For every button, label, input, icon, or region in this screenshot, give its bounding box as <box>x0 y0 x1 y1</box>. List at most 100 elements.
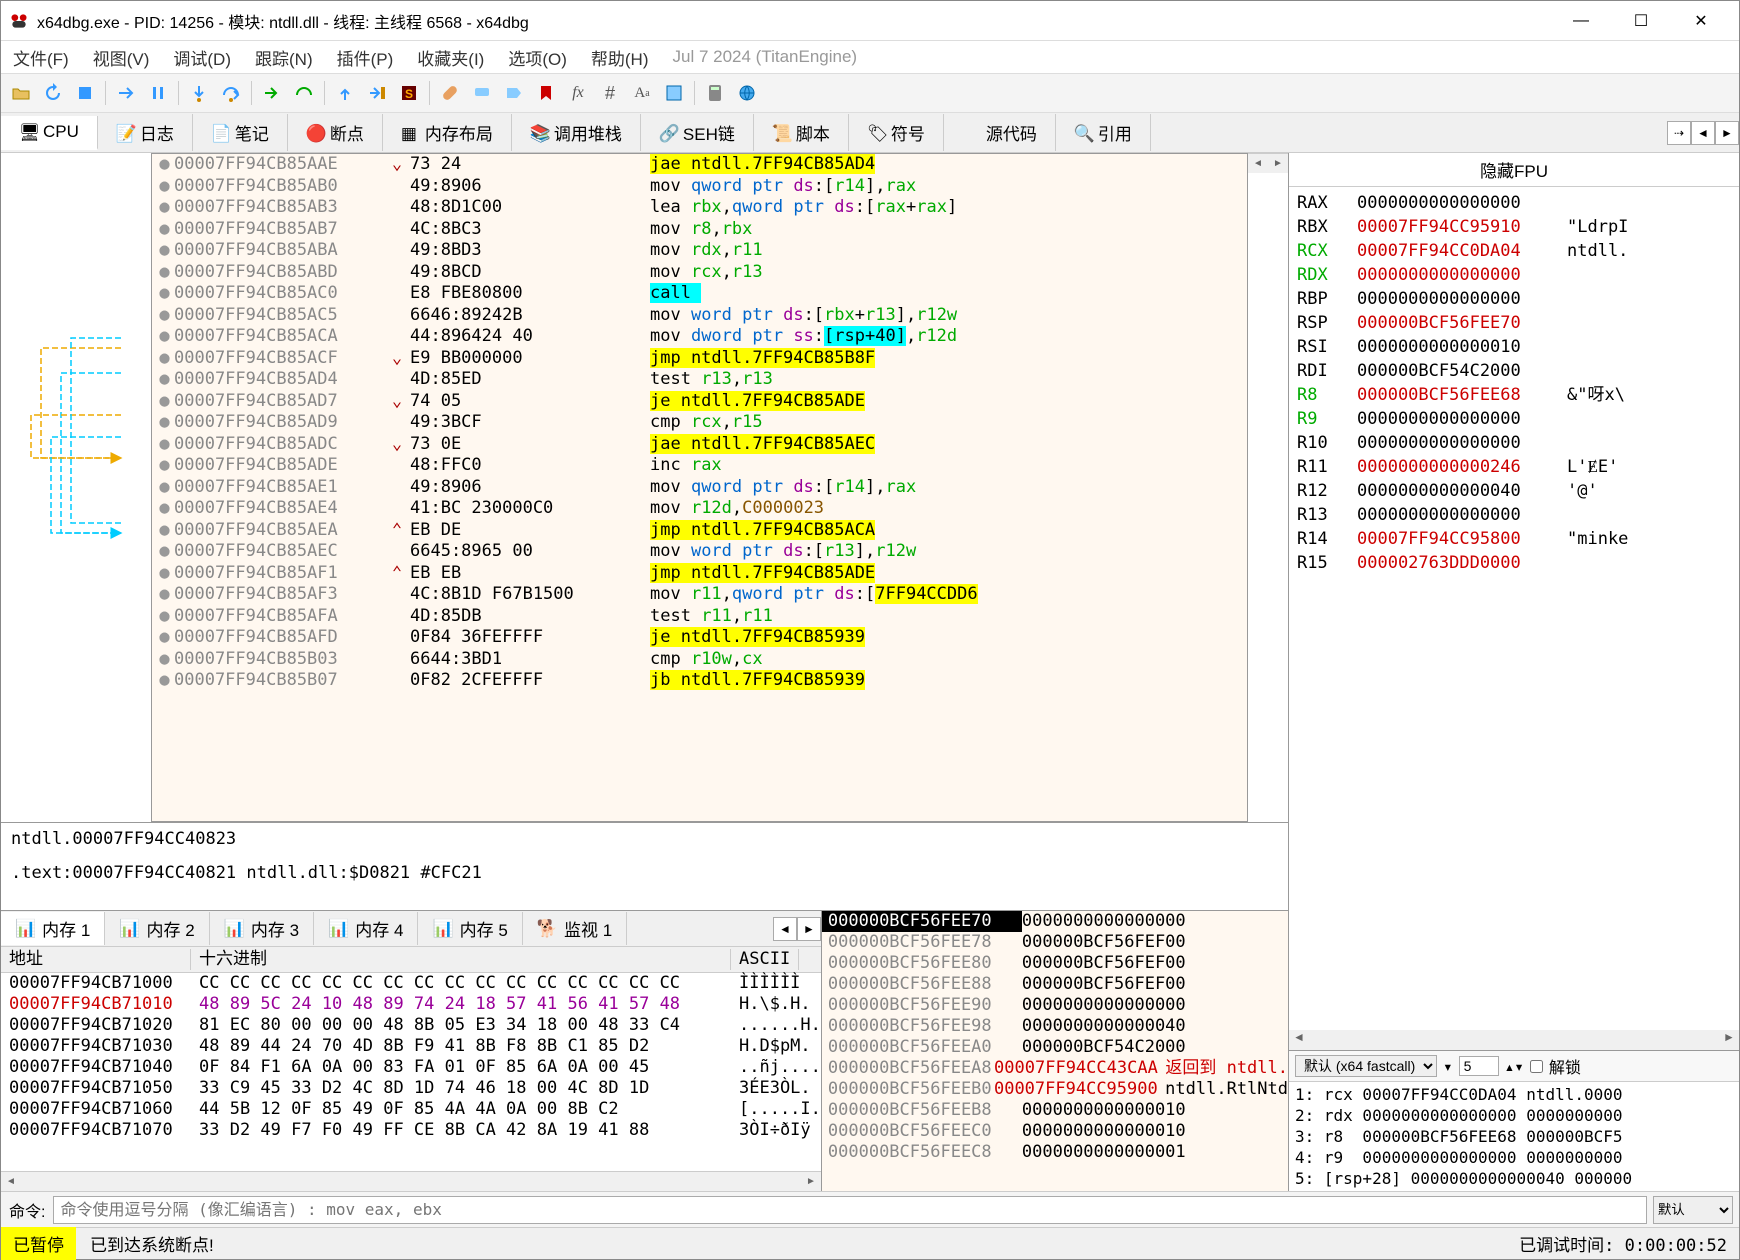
tab-引用[interactable]: 🔍引用 <box>1056 114 1151 151</box>
disasm-row[interactable]: ●00007FF94CB85ABD49:8BCDmov rcx,r13 <box>152 262 1247 284</box>
tab-调用堆栈[interactable]: 📚调用堆栈 <box>512 114 641 151</box>
open-icon[interactable] <box>7 79 35 107</box>
scylla-icon[interactable]: S <box>395 79 423 107</box>
register-row[interactable]: RBP0000000000000000 <box>1297 287 1731 311</box>
stack-row[interactable]: 000000BCF56FEE980000000000000040 <box>822 1016 1288 1037</box>
memtab-5[interactable]: 🐕监视 1 <box>523 912 627 945</box>
registers-view[interactable]: RAX0000000000000000RBX00007FF94CC95910"L… <box>1289 187 1739 1030</box>
menu-trace[interactable]: 跟踪(N) <box>251 43 317 72</box>
close-button[interactable]: ✕ <box>1671 1 1731 41</box>
hash-icon[interactable]: # <box>596 79 624 107</box>
stack-row[interactable]: 000000BCF56FEE78000000BCF56FEF00 <box>822 932 1288 953</box>
web-icon[interactable] <box>733 79 761 107</box>
tr-into-icon[interactable] <box>258 79 286 107</box>
stack-row[interactable]: 000000BCF56FEEB000007FF94CC95900ntdll.Rt… <box>822 1079 1288 1100</box>
stack-row[interactable]: 000000BCF56FEE88000000BCF56FEF00 <box>822 974 1288 995</box>
memtab-1[interactable]: 📊内存 2 <box>105 912 209 945</box>
label-icon[interactable] <box>500 79 528 107</box>
disasm-row[interactable]: ●00007FF94CB85AFA4D:85DBtest r11,r11 <box>152 606 1247 628</box>
hex-row[interactable]: 00007FF94CB7105033 C9 45 33 D2 4C 8D 1D … <box>1 1078 821 1099</box>
stack-view[interactable]: 000000BCF56FEE700000000000000000000000BC… <box>822 911 1288 1191</box>
hex-row[interactable]: 00007FF94CB71000CC CC CC CC CC CC CC CC … <box>1 973 821 994</box>
run-icon[interactable] <box>112 79 140 107</box>
argcount-input[interactable] <box>1459 1056 1499 1076</box>
disasm-row[interactable]: ●00007FF94CB85AF34C:8B1D F67B1500mov r11… <box>152 584 1247 606</box>
disasm-row[interactable]: ●00007FF94CB85AE441:BC 230000C0mov r12d,… <box>152 498 1247 520</box>
modules-icon[interactable] <box>660 79 688 107</box>
disasm-row[interactable]: ●00007FF94CB85B070F82 2CFEFFFFjb ntdll.7… <box>152 670 1247 692</box>
memtab-3[interactable]: 📊内存 4 <box>314 912 418 945</box>
register-row[interactable]: R110000000000000246L'ɆE' <box>1297 455 1731 479</box>
command-mode-select[interactable]: 默认 <box>1653 1196 1733 1224</box>
disasm-row[interactable]: ●00007FF94CB85ADC⌄73 0Ejae ntdll.7FF94CB… <box>152 434 1247 456</box>
register-row[interactable]: RDX0000000000000000 <box>1297 263 1731 287</box>
disasm-row[interactable]: ●00007FF94CB85AEA⌃EB DEjmp ntdll.7FF94CB… <box>152 520 1247 542</box>
hex-dump[interactable]: 地址 十六进制 ASCII 00007FF94CB71000CC CC CC C… <box>1 947 821 1171</box>
callconv-select[interactable]: 默认 (x64 fastcall) <box>1295 1055 1437 1077</box>
disasm-row[interactable]: ●00007FF94CB85AD7⌄74 05je ntdll.7FF94CB8… <box>152 391 1247 413</box>
register-row[interactable]: RAX0000000000000000 <box>1297 191 1731 215</box>
hex-row[interactable]: 00007FF94CB710400F 84 F1 6A 0A 00 83 FA … <box>1 1057 821 1078</box>
memtab-2[interactable]: 📊内存 3 <box>210 912 314 945</box>
menu-view[interactable]: 视图(V) <box>89 43 154 72</box>
disasm-hscroll[interactable] <box>1248 153 1288 173</box>
hex-hscroll[interactable] <box>1 1171 821 1191</box>
disasm-row[interactable]: ●00007FF94CB85AFD0F84 36FEFFFFje ntdll.7… <box>152 627 1247 649</box>
hex-row[interactable]: 00007FF94CB7107033 D2 49 F7 F0 49 FF CE … <box>1 1120 821 1141</box>
register-row[interactable]: RSI0000000000000010 <box>1297 335 1731 359</box>
fx-icon[interactable]: fx <box>564 79 592 107</box>
tab-日志[interactable]: 📝日志 <box>98 114 193 151</box>
tab-内存布局[interactable]: ▦内存布局 <box>383 114 512 151</box>
menu-debug[interactable]: 调试(D) <box>169 43 235 72</box>
hex-row[interactable]: 00007FF94CB7103048 89 44 24 70 4D 8B F9 … <box>1 1036 821 1057</box>
disasm-row[interactable]: ●00007FF94CB85AF1⌃EB EBjmp ntdll.7FF94CB… <box>152 563 1247 585</box>
stack-row[interactable]: 000000BCF56FEE700000000000000000 <box>822 911 1288 932</box>
hex-row[interactable]: 00007FF94CB7101048 89 5C 24 10 48 89 74 … <box>1 994 821 1015</box>
disasm-row[interactable]: ●00007FF94CB85B036644:3BD1cmp r10w,cx <box>152 649 1247 671</box>
hide-fpu-button[interactable]: 隐藏FPU <box>1289 153 1739 187</box>
disasm-row[interactable]: ●00007FF94CB85AD949:3BCFcmp rcx,r15 <box>152 412 1247 434</box>
register-row[interactable]: RCX00007FF94CC0DA04ntdll. <box>1297 239 1731 263</box>
run-to-icon[interactable] <box>363 79 391 107</box>
disasm-row[interactable]: ●00007FF94CB85AEC6645:8965 00mov word pt… <box>152 541 1247 563</box>
menu-fav[interactable]: 收藏夹(I) <box>413 43 488 72</box>
register-row[interactable]: R8000000BCF56FEE68&"呀x\ <box>1297 383 1731 407</box>
disasm-row[interactable]: ●00007FF94CB85ABA49:8BD3mov rdx,r11 <box>152 240 1247 262</box>
maximize-button[interactable]: ☐ <box>1611 1 1671 41</box>
tab-nav[interactable]: ⇢◄► <box>1667 121 1739 145</box>
tab-断点[interactable]: 🔴断点 <box>288 114 383 151</box>
disasm-row[interactable]: ●00007FF94CB85AB348:8D1C00lea rbx,qword … <box>152 197 1247 219</box>
stack-row[interactable]: 000000BCF56FEEC80000000000000001 <box>822 1142 1288 1163</box>
menu-plugins[interactable]: 插件(P) <box>333 43 398 72</box>
stack-row[interactable]: 000000BCF56FEEC00000000000000010 <box>822 1121 1288 1142</box>
pause-icon[interactable] <box>144 79 172 107</box>
restart-icon[interactable] <box>39 79 67 107</box>
tab-笔记[interactable]: 📄笔记 <box>193 114 288 151</box>
tab-SEH链[interactable]: 🔗SEH链 <box>641 114 754 151</box>
stack-row[interactable]: 000000BCF56FEEB80000000000000010 <box>822 1100 1288 1121</box>
stack-row[interactable]: 000000BCF56FEE80000000BCF56FEF00 <box>822 953 1288 974</box>
register-row[interactable]: RDI000000BCF54C2000 <box>1297 359 1731 383</box>
argcount-spinner[interactable]: ▴▾ <box>1505 1057 1524 1076</box>
hex-row[interactable]: 00007FF94CB7106044 5B 12 0F 85 49 0F 85 … <box>1 1099 821 1120</box>
unlock-checkbox[interactable] <box>1530 1060 1543 1073</box>
register-row[interactable]: R120000000000000040'@' <box>1297 479 1731 503</box>
menu-options[interactable]: 选项(O) <box>504 43 571 72</box>
tr-over-icon[interactable] <box>290 79 318 107</box>
register-row[interactable]: R100000000000000000 <box>1297 431 1731 455</box>
menu-file[interactable]: 文件(F) <box>9 43 73 72</box>
hex-row[interactable]: 00007FF94CB7102081 EC 80 00 00 00 48 8B … <box>1 1015 821 1036</box>
tab-脚本[interactable]: 📜脚本 <box>754 114 849 151</box>
register-row[interactable]: R1400007FF94CC95800"minke <box>1297 527 1731 551</box>
disasm-row[interactable]: ●00007FF94CB85ACF⌄E9 BB000000jmp ntdll.7… <box>152 348 1247 370</box>
patch-icon[interactable] <box>436 79 464 107</box>
bookmark-icon[interactable] <box>532 79 560 107</box>
tab-符号[interactable]: 🏷符号 <box>849 114 944 151</box>
tab-源代码[interactable]: 源代码 <box>944 114 1056 151</box>
memtab-0[interactable]: 📊内存 1 <box>1 912 105 945</box>
calc-icon[interactable] <box>701 79 729 107</box>
step-out-icon[interactable] <box>331 79 359 107</box>
regs-hscroll[interactable]: ◄► <box>1289 1030 1739 1050</box>
minimize-button[interactable]: — <box>1551 1 1611 41</box>
disasm-row[interactable]: ●00007FF94CB85AAE⌄73 24jae ntdll.7FF94CB… <box>152 154 1247 176</box>
